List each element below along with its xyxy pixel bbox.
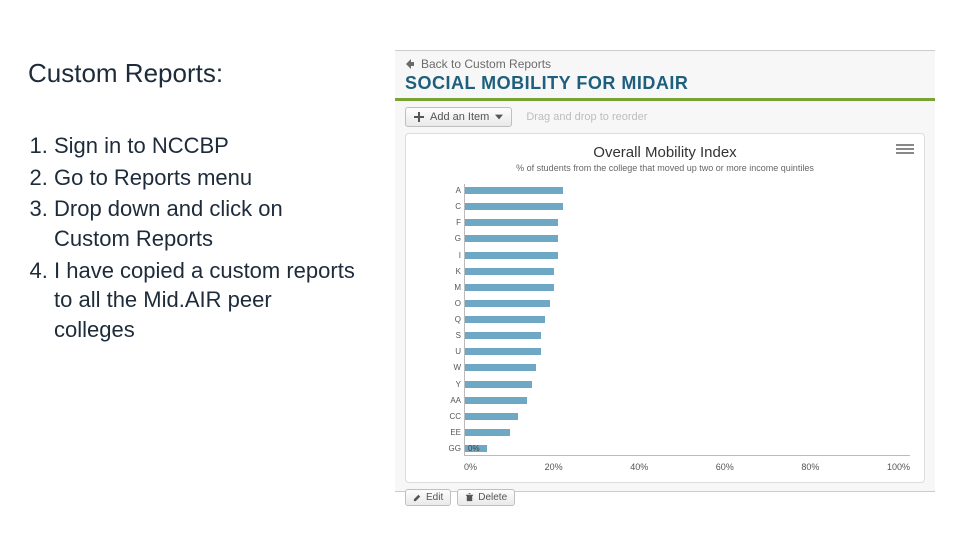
edit-button[interactable]: Edit xyxy=(405,489,451,506)
chart-bar-row: G xyxy=(465,234,910,243)
chart-bar-label: Y xyxy=(435,380,461,389)
add-item-button[interactable]: Add an Item xyxy=(405,107,512,127)
trash-icon xyxy=(465,493,474,502)
chart-bar-row: U xyxy=(465,347,910,356)
hamburger-icon xyxy=(896,148,914,150)
edit-icon xyxy=(413,493,422,502)
chart-bar-label: G xyxy=(435,234,461,243)
chart-bar-label: O xyxy=(435,299,461,308)
step-item: I have copied a custom reports to all th… xyxy=(54,256,358,345)
chart-bar-label: K xyxy=(435,267,461,276)
chart-bar xyxy=(465,219,558,226)
x-tick: 60% xyxy=(716,462,734,472)
chart-card: Overall Mobility Index % of students fro… xyxy=(405,133,925,483)
caret-down-icon xyxy=(495,114,503,120)
step-item: Go to Reports menu xyxy=(54,163,358,193)
add-item-label: Add an Item xyxy=(430,111,489,123)
chart-menu-button[interactable] xyxy=(896,142,914,156)
slide-heading: Custom Reports: xyxy=(28,58,358,89)
chart-bar xyxy=(465,429,510,436)
chart-bar-row: F xyxy=(465,218,910,227)
chart-bar xyxy=(465,381,532,388)
chart-bar-row: O xyxy=(465,299,910,308)
chart-bar xyxy=(465,284,554,291)
hamburger-icon xyxy=(896,144,914,146)
chart-bar-label: GG xyxy=(435,444,461,453)
chart-bar xyxy=(465,203,563,210)
chart-bar-label: C xyxy=(435,202,461,211)
x-tick: 100% xyxy=(887,462,910,472)
chart-bar-row: I xyxy=(465,251,910,260)
chart-bar-row: M xyxy=(465,283,910,292)
chart-bar-label: CC xyxy=(435,412,461,421)
chart-bar xyxy=(465,348,541,355)
left-column: Custom Reports: Sign in to NCCBP Go to R… xyxy=(28,58,358,347)
chart-bar xyxy=(465,252,558,259)
delete-label: Delete xyxy=(478,492,507,503)
chart-bar-label: EE xyxy=(435,428,461,437)
x-tick: 0% xyxy=(464,462,477,472)
chart-bar-row: Q xyxy=(465,315,910,324)
chart-bar-row: Y xyxy=(465,380,910,389)
back-arrow-icon xyxy=(405,59,415,69)
report-title: SOCIAL MOBILITY FOR MIDAIR xyxy=(395,73,935,98)
chart-bar-label: U xyxy=(435,347,461,356)
chart-bar-row: CC xyxy=(465,412,910,421)
delete-button[interactable]: Delete xyxy=(457,489,515,506)
chart-x-axis: 0% 20% 40% 60% 80% 100% xyxy=(464,462,910,472)
report-ui-panel: Back to Custom Reports SOCIAL MOBILITY F… xyxy=(395,50,935,492)
chart-bar-label: S xyxy=(435,331,461,340)
steps-list: Sign in to NCCBP Go to Reports menu Drop… xyxy=(28,131,358,345)
chart-subtitle: % of students from the college that move… xyxy=(416,163,914,173)
chart-bar-row: S xyxy=(465,331,910,340)
hamburger-icon xyxy=(896,152,914,154)
reorder-hint: Drag and drop to reorder xyxy=(526,111,647,123)
chart-bar-label: A xyxy=(435,186,461,195)
chart-bar-label: W xyxy=(435,363,461,372)
x-tick: 40% xyxy=(630,462,648,472)
back-link-label: Back to Custom Reports xyxy=(421,57,551,71)
chart-title: Overall Mobility Index xyxy=(416,144,914,161)
chart-bar-label: Q xyxy=(435,315,461,324)
chart-bar xyxy=(465,300,550,307)
edit-label: Edit xyxy=(426,492,443,503)
chart-bar xyxy=(465,332,541,339)
chart-bar-row: C xyxy=(465,202,910,211)
slide: Custom Reports: Sign in to NCCBP Go to R… xyxy=(0,0,960,540)
chart-bar xyxy=(465,235,558,242)
chart-bar-row: A xyxy=(465,186,910,195)
chart-bar-row: EE xyxy=(465,428,910,437)
chart-bar xyxy=(465,364,536,371)
step-item: Drop down and click on Custom Reports xyxy=(54,194,358,253)
chart-plot-area: ACFGIKMOQSUWY AA CC EE GG 0% xyxy=(464,184,910,456)
chart-bar xyxy=(465,413,518,420)
chart-bar-row: AA xyxy=(465,396,910,405)
chart-bar-label: AA xyxy=(435,396,461,405)
back-to-reports-link[interactable]: Back to Custom Reports xyxy=(395,51,935,73)
chart-bar-label: F xyxy=(435,218,461,227)
chart-bar xyxy=(465,316,545,323)
card-actions: Edit Delete xyxy=(405,489,925,506)
chart-bar-label: I xyxy=(435,251,461,260)
title-underline xyxy=(395,98,935,101)
plus-icon xyxy=(414,112,424,122)
chart-bar xyxy=(465,397,527,404)
x-tick: 20% xyxy=(545,462,563,472)
report-toolbar: Add an Item Drag and drop to reorder xyxy=(395,107,935,133)
chart-bar-row: GG xyxy=(465,444,910,453)
chart-bar-label: M xyxy=(435,283,461,292)
chart-bar xyxy=(465,187,563,194)
chart-bars: ACFGIKMOQSUWY AA CC EE GG xyxy=(465,186,910,453)
chart-bar-row: K xyxy=(465,267,910,276)
x-tick: 80% xyxy=(801,462,819,472)
step-item: Sign in to NCCBP xyxy=(54,131,358,161)
chart-bar xyxy=(465,268,554,275)
chart-bar-row: W xyxy=(465,363,910,372)
chart-annotation: 0% xyxy=(468,444,480,453)
